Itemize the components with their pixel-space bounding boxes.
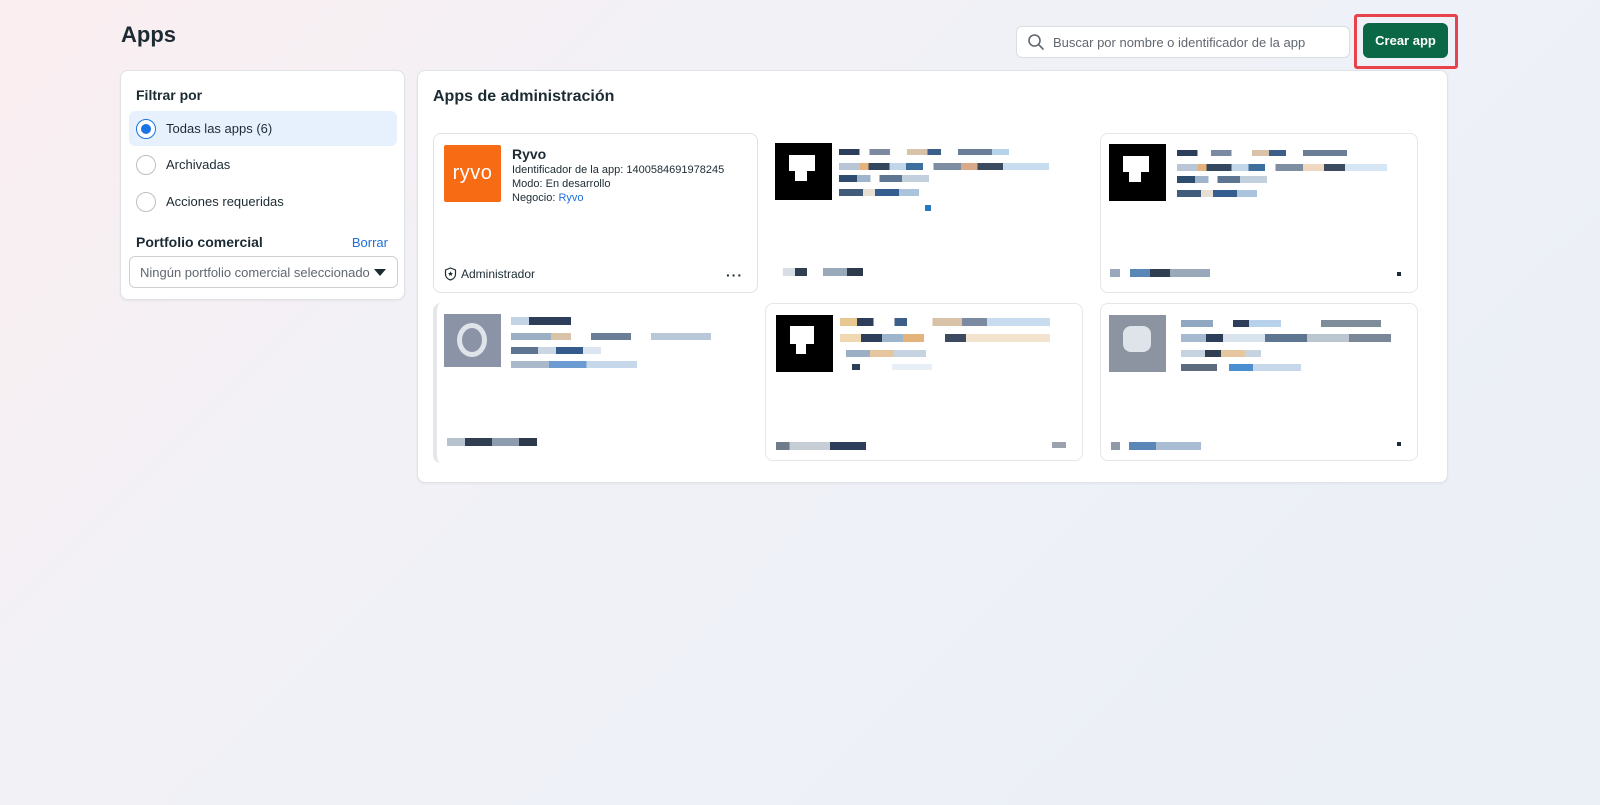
filter-title: Filtrar por (136, 87, 203, 103)
filter-option-label: Todas las apps (6) (166, 121, 273, 136)
filter-option-label: Acciones requeridas (166, 194, 284, 209)
search-box[interactable] (1016, 26, 1350, 58)
app-id: Identificador de la app: 140058469197824… (512, 164, 725, 176)
redacted-text (1181, 320, 1381, 327)
app-logo-glyph (1123, 156, 1149, 172)
redacted-text (1111, 442, 1201, 450)
app-name[interactable]: Ryvo (512, 146, 546, 162)
redacted-text (840, 318, 1050, 326)
app-logo-glyph (795, 171, 807, 181)
portfolio-select[interactable]: Ningún portfolio comercial seleccionado (129, 256, 398, 288)
business-label: Negocio: (512, 192, 559, 204)
app-card-redacted[interactable] (765, 303, 1083, 461)
app-card-redacted[interactable] (765, 133, 1083, 293)
redacted-text (1397, 272, 1401, 276)
redacted-text (511, 333, 711, 340)
main-panel: Apps de administración ryvo Ryvo Identif… (417, 70, 1448, 483)
app-logo-glyph (1123, 326, 1151, 352)
portfolio-select-value: Ningún portfolio comercial seleccionado (140, 264, 370, 280)
redacted-text (840, 334, 1050, 342)
role-label: Administrador (461, 267, 536, 281)
redacted-text (846, 350, 926, 357)
create-app-button[interactable]: Crear app (1363, 23, 1448, 58)
radio-icon[interactable] (136, 154, 156, 175)
search-input[interactable] (1053, 34, 1343, 50)
app-logo-glyph (1129, 172, 1141, 182)
app-logo-glyph (790, 326, 814, 344)
app-role: Administrador (444, 267, 535, 281)
app-card-redacted[interactable] (433, 303, 758, 463)
redacted-text (511, 361, 637, 368)
shield-icon (444, 267, 457, 281)
redacted-text (839, 189, 919, 196)
app-business: Negocio: Ryvo (512, 192, 584, 204)
filter-option-archived[interactable]: Archivadas (129, 147, 397, 182)
app-card-redacted[interactable] (1100, 303, 1418, 461)
redacted-text (447, 438, 537, 446)
redacted-text (1177, 190, 1257, 197)
clear-portfolio-link[interactable]: Borrar (352, 235, 388, 250)
app-card-ryvo[interactable]: ryvo Ryvo Identificador de la app: 14005… (433, 133, 758, 293)
radio-selected-icon[interactable] (136, 118, 156, 139)
app-mode: Modo: En desarrollo (512, 178, 611, 190)
app-logo-glyph (789, 155, 815, 171)
redacted-text (511, 317, 571, 325)
app-logo-glyph (796, 344, 806, 354)
more-options-button[interactable]: ··· (726, 267, 743, 283)
redacted-text (852, 364, 932, 370)
radio-icon[interactable] (136, 191, 156, 212)
filter-option-label: Archivadas (166, 157, 231, 172)
app-card-redacted[interactable] (1100, 133, 1418, 293)
redacted-text (839, 163, 1049, 170)
redacted-text (1110, 269, 1210, 277)
redacted-text (1177, 176, 1267, 183)
redacted-text (1181, 364, 1301, 371)
page-title: Apps (121, 22, 176, 47)
app-logo: ryvo (444, 145, 501, 202)
filter-option-actions-required[interactable]: Acciones requeridas (129, 184, 397, 219)
redacted-text (925, 205, 931, 211)
redacted-text (839, 175, 929, 182)
portfolio-title: Portfolio comercial (136, 234, 263, 250)
redacted-text (839, 149, 1009, 155)
redacted-text (1052, 442, 1066, 448)
redacted-text (776, 442, 866, 450)
redacted-text (1181, 334, 1391, 342)
app-logo-glyph (457, 323, 487, 357)
redacted-text (1177, 164, 1387, 171)
caret-down-icon (374, 269, 386, 276)
redacted-text (511, 347, 601, 354)
redacted-text (783, 268, 863, 276)
business-link[interactable]: Ryvo (558, 192, 583, 204)
search-icon (1028, 34, 1044, 50)
section-title: Apps de administración (433, 88, 615, 105)
filter-panel: Filtrar por Todas las apps (6) Archivada… (120, 70, 405, 300)
redacted-text (1397, 442, 1401, 446)
filter-option-all-apps[interactable]: Todas las apps (6) (129, 111, 397, 146)
redacted-text (1177, 150, 1347, 156)
redacted-text (1181, 350, 1261, 357)
